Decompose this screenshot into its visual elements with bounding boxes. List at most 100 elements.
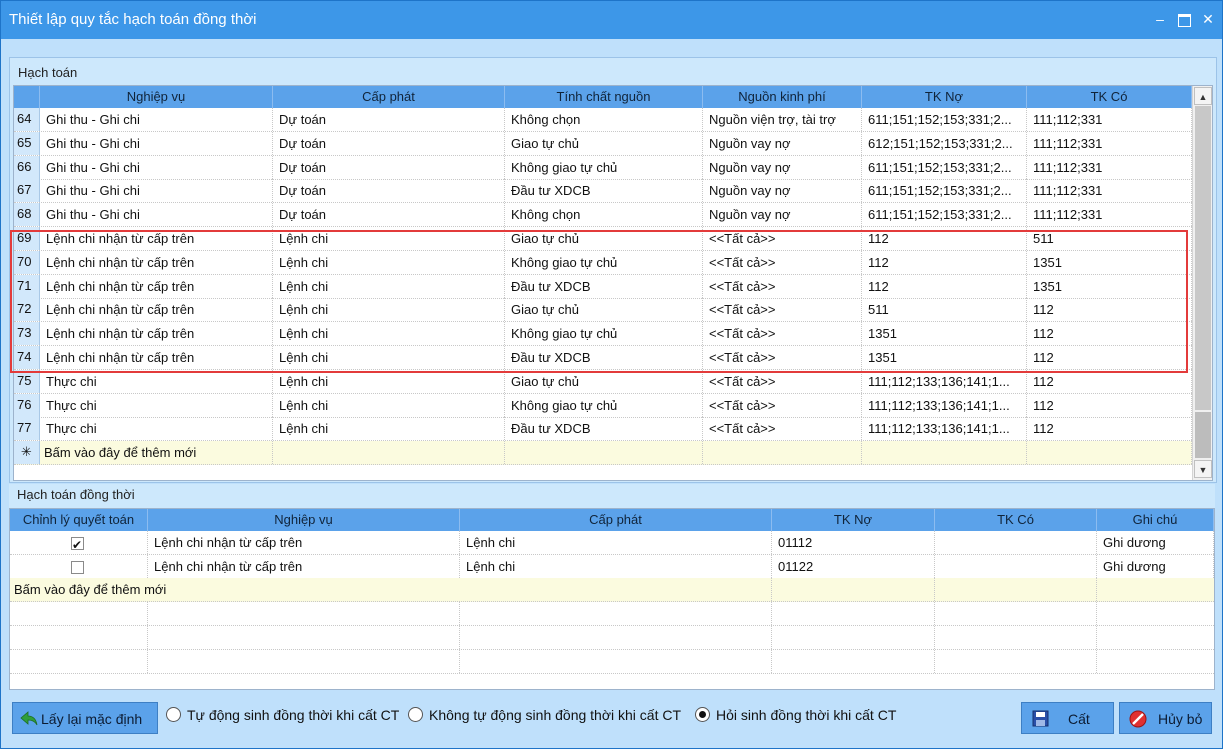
table-row[interactable]: 72 Lệnh chi nhận từ cấp trên Lệnh chi Giao … xyxy=(14,298,1192,323)
cell-tk-co[interactable]: 1351 xyxy=(1027,250,1192,274)
cell-nguon[interactable]: <<Tất cả>> xyxy=(703,393,862,417)
checkbox[interactable] xyxy=(71,534,84,554)
cell-tinh-chat[interactable]: Không giao tự chủ xyxy=(505,322,703,346)
row-number[interactable]: 76 xyxy=(14,393,40,417)
cell-tk-no[interactable]: 111;112;133;136;141;1... xyxy=(862,393,1027,417)
cell-tk-co[interactable]: 112 xyxy=(1027,322,1192,346)
save-button[interactable]: Cất xyxy=(1021,702,1114,734)
cell-tinh-chat[interactable]: Không chọn xyxy=(505,203,703,227)
cell-tk-no[interactable]: 112 xyxy=(862,250,1027,274)
cell-tk-co[interactable]: 111;112;331 xyxy=(1027,155,1192,179)
cell-tk-no[interactable]: 112 xyxy=(862,227,1027,250)
cell-ghi-chu[interactable]: Ghi dương xyxy=(1097,531,1214,554)
cell-tk-co[interactable]: 111;112;331 xyxy=(1027,179,1192,203)
row-number[interactable]: 67 xyxy=(14,179,40,203)
cell-nghiep-vu[interactable]: Ghi thu - Ghi chi xyxy=(40,131,273,155)
cell-tinh-chat[interactable]: Đầu tư XDCB xyxy=(505,417,703,441)
cell-tk-co[interactable]: 111;112;331 xyxy=(1027,108,1192,131)
cell-tk-co[interactable]: 112 xyxy=(1027,298,1192,322)
cell-nghiep-vu[interactable]: Lệnh chi nhận từ cấp trên xyxy=(40,298,273,322)
cell-tinh-chat[interactable]: Không chọn xyxy=(505,108,703,131)
row-number[interactable]: 70 xyxy=(14,250,40,274)
header-nghiep-vu-2[interactable]: Nghiệp vụ xyxy=(148,509,460,531)
cell-nghiep-vu[interactable]: Lệnh chi nhận từ cấp trên xyxy=(40,250,273,274)
cell-nghiep-vu[interactable]: Thực chi xyxy=(40,417,273,441)
header-ghi-chu[interactable]: Ghi chú xyxy=(1097,509,1214,531)
cell-nguon[interactable]: <<Tất cả>> xyxy=(703,417,862,441)
scroll-track[interactable] xyxy=(1195,106,1211,410)
checkbox[interactable] xyxy=(71,560,84,574)
cell-nguon[interactable]: <<Tất cả>> xyxy=(703,298,862,322)
vertical-scrollbar[interactable]: ▲ ▼ xyxy=(1192,86,1212,480)
add-new-row[interactable]: Bấm vào đây để thêm mới xyxy=(10,578,1214,602)
cell-tk-no[interactable]: 511 xyxy=(862,298,1027,322)
cell-nguon[interactable]: Nguồn viện trợ, tài trợ xyxy=(703,108,862,131)
row-number[interactable]: 68 xyxy=(14,203,40,227)
cell-nghiep-vu[interactable]: Ghi thu - Ghi chi xyxy=(40,179,273,203)
table-row[interactable]: 68 Ghi thu - Ghi chi Dự toán Không chọn Nguồ… xyxy=(14,203,1192,228)
cell-tk-no[interactable]: 01112 xyxy=(772,531,935,554)
cell-chinh-ly[interactable] xyxy=(10,531,148,554)
radio-option-1[interactable]: Tự động sinh đồng thời khi cất CT xyxy=(166,705,399,725)
header-nghiep-vu[interactable]: Nghiệp vụ xyxy=(40,86,273,108)
header-nguon-kinh-phi[interactable]: Nguồn kinh phí xyxy=(703,86,862,108)
cell-nghiep-vu[interactable]: Lệnh chi nhận từ cấp trên xyxy=(148,554,460,578)
table-row[interactable]: 69 Lệnh chi nhận từ cấp trên Lệnh chi Giao … xyxy=(14,227,1192,251)
cell-cap-phat[interactable]: Lệnh chi xyxy=(273,346,505,369)
close-button[interactable]: ✕ xyxy=(1197,9,1219,29)
cell-nguon[interactable]: Nguồn vay nợ xyxy=(703,179,862,203)
cell-tk-co[interactable]: 1351 xyxy=(1027,274,1192,298)
header-cap-phat[interactable]: Cấp phát xyxy=(273,86,505,108)
cell-tinh-chat[interactable]: Đầu tư XDCB xyxy=(505,179,703,203)
cell-nghiep-vu[interactable]: Ghi thu - Ghi chi xyxy=(40,108,273,131)
row-number[interactable]: 64 xyxy=(14,108,40,131)
cell-nghiep-vu[interactable]: Lệnh chi nhận từ cấp trên xyxy=(148,531,460,554)
cell-tk-co[interactable]: 112 xyxy=(1027,393,1192,417)
cell-tk-no[interactable]: 611;151;152;153;331;2... xyxy=(862,179,1027,203)
table-row[interactable]: 65 Ghi thu - Ghi chi Dự toán Giao tự chủ Ngu… xyxy=(14,131,1192,156)
cell-tinh-chat[interactable]: Không giao tự chủ xyxy=(505,155,703,179)
cell-nguon[interactable]: <<Tất cả>> xyxy=(703,369,862,393)
reset-default-button[interactable]: Lấy lại mặc định xyxy=(12,702,158,734)
row-number[interactable]: 77 xyxy=(14,417,40,441)
table-row[interactable]: Lệnh chi nhận từ cấp trênLệnh chi01112 Gh… xyxy=(10,531,1214,555)
cell-tinh-chat[interactable]: Không giao tự chủ xyxy=(505,393,703,417)
cell-tinh-chat[interactable]: Không giao tự chủ xyxy=(505,250,703,274)
table-row[interactable]: 67 Ghi thu - Ghi chi Dự toán Đầu tư XDCB Ngu… xyxy=(14,179,1192,204)
row-number[interactable]: 71 xyxy=(14,274,40,298)
cell-tk-co[interactable]: 511 xyxy=(1027,227,1192,250)
add-new-row[interactable]: ✳ Bấm vào đây để thêm mới xyxy=(14,441,1192,466)
row-number[interactable]: 65 xyxy=(14,131,40,155)
cell-tinh-chat[interactable]: Giao tự chủ xyxy=(505,227,703,250)
radio-option-3[interactable]: Hỏi sinh đồng thời khi cất CT xyxy=(695,705,896,725)
cell-cap-phat[interactable]: Lệnh chi xyxy=(273,393,505,417)
table-row[interactable]: Lệnh chi nhận từ cấp trên Lệnh chi 01122 Gh… xyxy=(10,554,1214,579)
cell-nghiep-vu[interactable]: Thực chi xyxy=(40,393,273,417)
scroll-thumb[interactable] xyxy=(1195,412,1211,458)
table-row[interactable]: 75 Thực chi Lệnh chi Giao tự chủ <<Tất cả>> 1… xyxy=(14,369,1192,394)
radio-icon[interactable] xyxy=(408,707,423,722)
cell-nguon[interactable]: Nguồn vay nợ xyxy=(703,155,862,179)
cell-nguon[interactable]: <<Tất cả>> xyxy=(703,346,862,369)
table-row[interactable]: 73 Lệnh chi nhận từ cấp trên Lệnh chi Không… xyxy=(14,322,1192,347)
radio-option-2[interactable]: Không tự động sinh đồng thời khi cất CT xyxy=(408,705,681,725)
table-row[interactable]: 70 Lệnh chi nhận từ cấp trên Lệnh chi Không… xyxy=(14,250,1192,275)
cell-tk-co[interactable]: 112 xyxy=(1027,369,1192,393)
cell-nghiep-vu[interactable]: Thực chi xyxy=(40,369,273,393)
header-tinh-chat-nguon[interactable]: Tính chất nguồn xyxy=(505,86,703,108)
cell-tk-co[interactable]: 112 xyxy=(1027,417,1192,441)
cell-cap-phat[interactable]: Lệnh chi xyxy=(273,298,505,322)
add-new-label[interactable]: Bấm vào đây để thêm mới xyxy=(40,441,273,465)
cancel-button[interactable]: Hủy bỏ xyxy=(1119,702,1212,734)
cell-tinh-chat[interactable]: Đầu tư XDCB xyxy=(505,346,703,369)
cell-cap-phat[interactable]: Lệnh chi xyxy=(273,250,505,274)
radio-icon[interactable] xyxy=(166,707,181,722)
cell-tk-co[interactable] xyxy=(935,554,1097,578)
row-number[interactable]: 66 xyxy=(14,155,40,179)
cell-cap-phat[interactable]: Lệnh chi xyxy=(273,369,505,393)
table-row[interactable]: 71 Lệnh chi nhận từ cấp trên Lệnh chi Đầu t… xyxy=(14,274,1192,299)
header-tk-no[interactable]: TK Nợ xyxy=(862,86,1027,108)
row-number[interactable]: 69 xyxy=(14,227,40,250)
cell-ghi-chu[interactable]: Ghi dương xyxy=(1097,554,1214,578)
cell-nguon[interactable]: Nguồn vay nợ xyxy=(703,131,862,155)
